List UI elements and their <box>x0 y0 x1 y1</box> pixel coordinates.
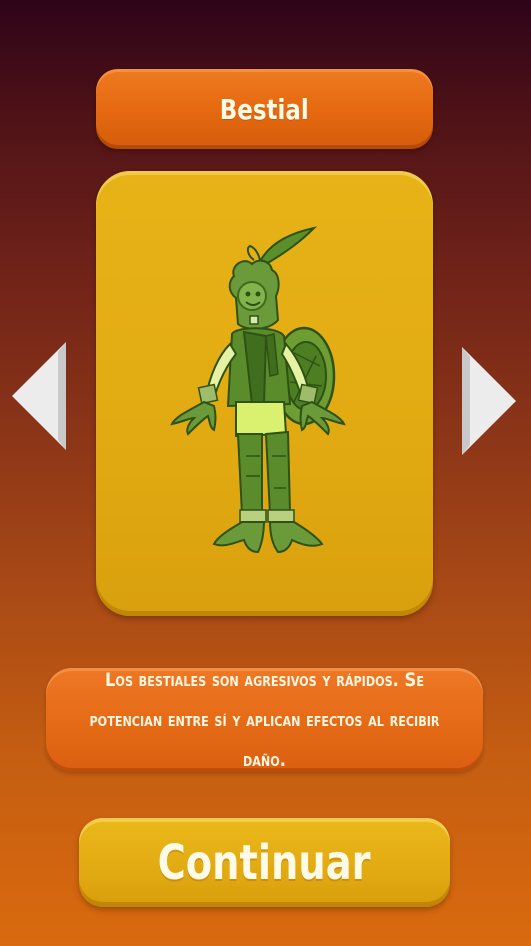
beast-character-illustration <box>170 226 346 554</box>
continue-button-label: Continuar <box>158 834 371 891</box>
next-class-button[interactable] <box>460 345 518 457</box>
continue-button[interactable]: Continuar <box>79 818 450 907</box>
character-card <box>96 171 433 616</box>
triangle-right-icon <box>462 347 516 455</box>
triangle-left-icon <box>12 342 66 450</box>
previous-class-button[interactable] <box>10 340 68 452</box>
class-description-panel: Los bestiales son agresivos y rápidos. S… <box>46 668 483 772</box>
class-description: Los bestiales son agresivos y rápidos. S… <box>89 669 440 771</box>
class-title: Bestial <box>220 92 309 126</box>
class-title-banner: Bestial <box>96 69 433 149</box>
